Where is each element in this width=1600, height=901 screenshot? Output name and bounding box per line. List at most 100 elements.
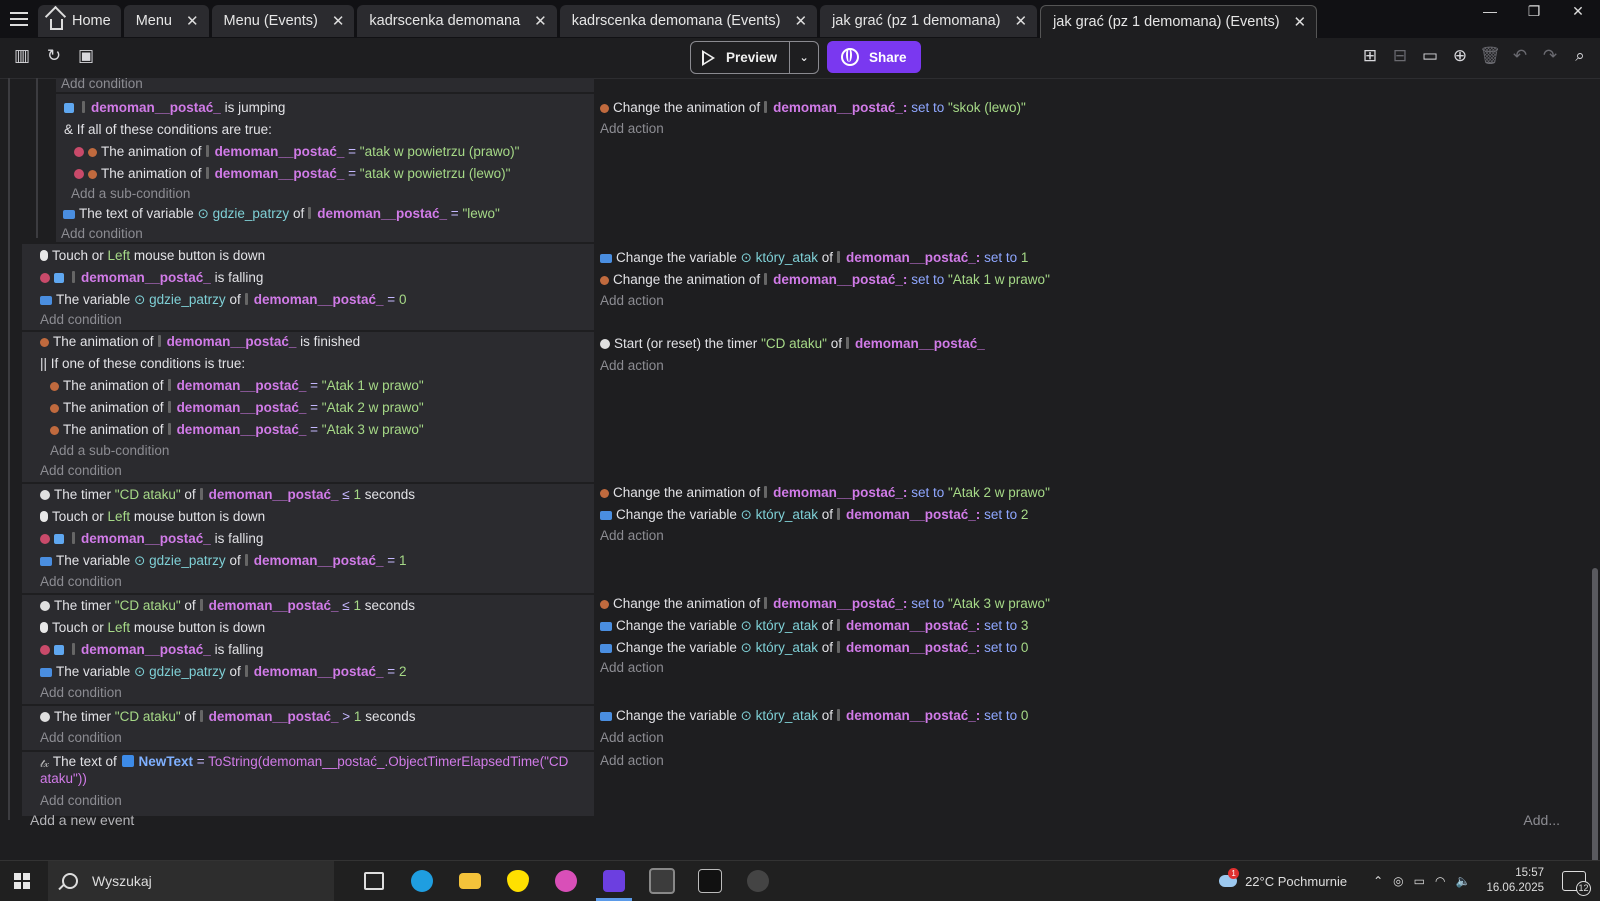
condition-row[interactable]: The animation of demoman__postać_ is fini… [40, 332, 360, 352]
tab-6[interactable]: jak grać (pz 1 demomana) (Events) ✕ [1040, 5, 1318, 38]
condition-row[interactable]: The variable ⊙ gdzie_patrzy of demoman__p… [40, 662, 406, 682]
event-block[interactable]: The timer "CD ataku" of demoman__postać_ … [22, 706, 594, 752]
action-row[interactable]: Change the variable ⊙ który_atak of demom… [600, 248, 1028, 268]
add-condition-link[interactable]: Add condition [61, 78, 143, 94]
condition-row[interactable]: The timer "CD ataku" of demoman__postać_ … [40, 707, 415, 727]
weather-widget[interactable]: 1 22°C Pochmurnie [1219, 868, 1347, 889]
condition-row[interactable]: demoman__postać_ is falling [40, 529, 263, 549]
undo-icon[interactable]: ↶ [1510, 46, 1530, 66]
event-block[interactable]: 𝓉𝓍 The text of NewText = ToString(demoman… [22, 752, 594, 818]
close-tab-icon[interactable]: ✕ [534, 12, 547, 30]
add-subevent-icon[interactable]: ⊟ [1390, 46, 1410, 66]
gdevelop-icon[interactable] [590, 861, 638, 901]
condition-row[interactable]: demoman__postać_ is jumping [64, 98, 285, 118]
event-block[interactable]: The animation of demoman__postać_ is fini… [22, 332, 594, 484]
condition-row[interactable]: & If all of these conditions are true: [64, 120, 272, 140]
add-action-link[interactable]: Add action [600, 658, 664, 678]
notification-icon[interactable]: 12 [1562, 871, 1591, 896]
subcondition-row[interactable]: The animation of demoman__postać_ = "atak… [74, 164, 510, 184]
add-more-link[interactable]: Add... [1523, 812, 1560, 828]
action-row[interactable]: Change the variable ⊙ który_atak of demom… [600, 638, 1028, 658]
share-button[interactable]: Share [827, 41, 921, 73]
add-condition-link[interactable]: Add condition [40, 310, 122, 330]
color-app-icon[interactable] [542, 861, 590, 901]
windows-start-icon[interactable] [14, 873, 30, 889]
condition-row[interactable]: The timer "CD ataku" of demoman__postać_ … [40, 485, 415, 505]
event-block[interactable]: The timer "CD ataku" of demoman__postać_ … [22, 595, 594, 706]
action-row[interactable]: Change the variable ⊙ który_atak of demom… [600, 505, 1028, 525]
condition-row[interactable]: Touch or Left mouse button is down [40, 618, 265, 638]
condition-row[interactable]: Touch or Left mouse button is down [40, 246, 265, 266]
condition-row[interactable]: demoman__postać_ is falling [40, 268, 263, 288]
project-manager-icon[interactable]: ▥ [12, 46, 32, 66]
action-row[interactable]: Start (or reset) the timer "CD ataku" of… [600, 334, 985, 354]
add-comment-icon[interactable]: ▭ [1420, 46, 1440, 66]
preview-dropdown-chevron-icon[interactable]: ⌄ [790, 51, 818, 64]
add-new-event-link[interactable]: Add a new event [30, 812, 134, 828]
add-action-link[interactable]: Add action [600, 119, 664, 139]
add-subcondition-link[interactable]: Add a sub-condition [71, 184, 190, 204]
subcondition-row[interactable]: The animation of demoman__postać_ = "Atak… [50, 398, 424, 418]
save-icon[interactable]: ▣ [76, 46, 96, 66]
close-tab-icon[interactable]: ✕ [1015, 12, 1028, 30]
condition-row[interactable]: 𝓉𝓍 The text of NewText = ToString(demoman… [40, 752, 568, 772]
add-condition-link[interactable]: Add condition [40, 572, 122, 592]
subcondition-row[interactable]: The animation of demoman__postać_ = "Atak… [50, 376, 424, 396]
heart-app-icon[interactable] [494, 861, 542, 901]
action-row[interactable]: Change the variable ⊙ który_atak of demom… [600, 706, 1028, 726]
redo-icon[interactable]: ↷ [1540, 46, 1560, 66]
add-action-link[interactable]: Add action [600, 526, 664, 546]
add-condition-link[interactable]: Add condition [61, 224, 143, 244]
condition-row[interactable]: The variable ⊙ gdzie_patrzy of demoman__p… [40, 551, 406, 571]
event-block[interactable]: Add condition [56, 78, 594, 94]
wifi-icon[interactable]: ◠ [1435, 874, 1445, 888]
add-action-link[interactable]: Add action [600, 728, 664, 748]
tab-0[interactable]: Home [38, 5, 121, 37]
event-block[interactable]: The timer "CD ataku" of demoman__postać_ … [22, 484, 594, 595]
add-action-link[interactable]: Add action [600, 751, 664, 771]
terminal-app-icon[interactable] [686, 861, 734, 901]
preview-button[interactable]: Preview ⌄ [690, 41, 820, 74]
action-row[interactable]: Change the animation of demoman__postać_:… [600, 483, 1050, 503]
action-row[interactable]: Change the animation of demoman__postać_:… [600, 98, 1026, 118]
condition-row[interactable]: demoman__postać_ is falling [40, 640, 263, 660]
action-row[interactable]: Change the variable ⊙ który_atak of demom… [600, 616, 1028, 636]
subcondition-row[interactable]: The animation of demoman__postać_ = "atak… [74, 142, 519, 162]
action-row[interactable]: Change the animation of demoman__postać_:… [600, 270, 1050, 290]
minimize-icon[interactable]: — [1468, 0, 1512, 24]
edge-browser-icon[interactable] [398, 861, 446, 901]
volume-icon[interactable]: 🔈 [1455, 874, 1470, 888]
tab-3[interactable]: kadrscenka demomana ✕ [357, 5, 557, 37]
add-condition-link[interactable]: Add condition [40, 683, 122, 703]
add-plus-icon[interactable]: ⊕ [1450, 46, 1470, 66]
condition-row[interactable]: The text of variable ⊙ gdzie_patrzy of de… [63, 204, 500, 224]
tab-1[interactable]: Menu ✕ [123, 5, 209, 37]
webcam-icon[interactable]: ◎ [1393, 874, 1403, 888]
add-subcondition-link[interactable]: Add a sub-condition [50, 441, 169, 461]
condition-row[interactable]: The timer "CD ataku" of demoman__postać_ … [40, 596, 415, 616]
battery-icon[interactable]: ▭ [1414, 874, 1425, 888]
chevron-up-icon[interactable]: ⌃ [1373, 874, 1383, 888]
condition-row[interactable]: Touch or Left mouse button is down [40, 507, 265, 527]
maximize-icon[interactable]: ❐ [1512, 0, 1556, 24]
minecraft-icon[interactable] [638, 861, 686, 901]
history-icon[interactable]: ↻ [44, 46, 64, 66]
add-action-link[interactable]: Add action [600, 356, 664, 376]
file-explorer-icon[interactable] [446, 861, 494, 901]
add-condition-link[interactable]: Add condition [40, 461, 122, 481]
close-window-icon[interactable]: ✕ [1556, 0, 1600, 24]
add-condition-link[interactable]: Add condition [40, 728, 122, 748]
add-condition-link[interactable]: Add condition [40, 791, 122, 811]
action-row[interactable]: Change the animation of demoman__postać_:… [600, 594, 1050, 614]
vertical-scrollbar[interactable] [1592, 568, 1598, 860]
subcondition-row[interactable]: The animation of demoman__postać_ = "Atak… [50, 420, 424, 440]
condition-row[interactable]: || If one of these conditions is true: [40, 354, 245, 374]
tab-5[interactable]: jak grać (pz 1 demomana) ✕ [820, 5, 1038, 37]
delete-icon[interactable]: 🗑 [1479, 46, 1501, 66]
tools-app-icon[interactable] [734, 861, 782, 901]
search-icon[interactable]: ⌕ [1570, 46, 1590, 66]
event-block[interactable]: demoman__postać_ is jumping & If all of … [56, 94, 594, 244]
close-tab-icon[interactable]: ✕ [1294, 13, 1307, 31]
close-tab-icon[interactable]: ✕ [794, 12, 807, 30]
close-tab-icon[interactable]: ✕ [332, 12, 345, 30]
